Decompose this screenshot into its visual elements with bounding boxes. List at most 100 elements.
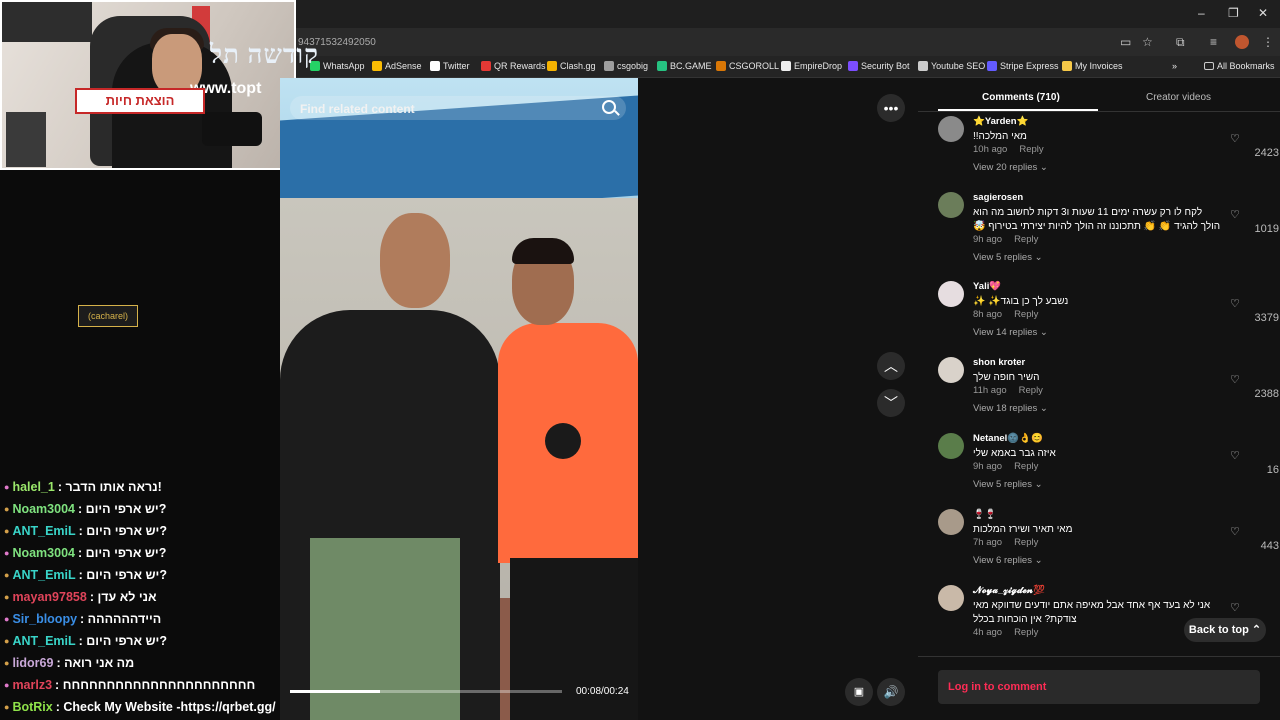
reply-button[interactable]: Reply <box>1019 144 1043 155</box>
close-icon[interactable]: ✕ <box>1258 6 1268 20</box>
view-replies-button[interactable]: View 18 replies ⌄ <box>973 403 1048 414</box>
bookmark-label: Stripe Express <box>1000 61 1059 71</box>
avatar[interactable] <box>938 357 964 383</box>
heart-icon[interactable]: ♡ <box>1230 525 1242 538</box>
chat-username: BotRix <box>12 700 53 714</box>
chat-badge-icon: ● <box>4 636 10 646</box>
reply-button[interactable]: Reply <box>1019 385 1043 396</box>
heart-icon[interactable]: ♡ <box>1230 449 1242 462</box>
view-replies-button[interactable]: View 20 replies ⌄ <box>973 162 1048 173</box>
chat-text: : Check My Website -https://qrbet.gg/ <box>55 700 276 714</box>
avatar[interactable] <box>938 116 964 142</box>
menu-icon[interactable]: ⋮ <box>1262 35 1274 49</box>
bookmark-label: BC.GAME <box>670 61 712 71</box>
chevron-down-icon[interactable]: ﹀ <box>877 389 905 417</box>
extensions-icon[interactable]: ⧉ <box>1176 35 1185 50</box>
reply-button[interactable]: Reply <box>1014 309 1038 320</box>
avatar[interactable] <box>938 281 964 307</box>
comment-meta: 9h ago Reply <box>973 461 1038 472</box>
pip-icon[interactable]: ▣ <box>845 678 873 706</box>
heart-icon[interactable]: ♡ <box>1230 132 1242 145</box>
avatar[interactable] <box>938 509 964 535</box>
all-bookmarks[interactable]: All Bookmarks <box>1204 61 1275 71</box>
chat-badge-icon: ● <box>4 482 10 492</box>
comment-username[interactable]: 𝓝𝓸𝔂𝓪_𝔃𝓲𝓰𝓭𝓮𝓷💯 <box>973 585 1045 596</box>
bookmarks-overflow-icon[interactable]: » <box>1172 61 1177 71</box>
back-to-top-button[interactable]: Back to top ⌃ <box>1184 618 1266 642</box>
chat-message: ● mayan97858: אני לא עדן <box>4 590 157 604</box>
video-player[interactable] <box>280 78 638 720</box>
heart-icon[interactable]: ♡ <box>1230 297 1242 310</box>
arrow-up-icon: ⌃ <box>1251 624 1262 636</box>
csgoroll-icon <box>716 61 726 71</box>
bookmark-label: AdSense <box>385 61 422 71</box>
comment-username[interactable]: shon kroter <box>973 357 1025 368</box>
qr-rewards-icon <box>481 61 491 71</box>
bcgame-icon <box>657 61 667 71</box>
comment-meta: 11h ago Reply <box>973 385 1043 396</box>
heart-icon[interactable]: ♡ <box>1230 373 1242 386</box>
view-replies-button[interactable]: View 14 replies ⌄ <box>973 327 1048 338</box>
avatar[interactable] <box>938 192 964 218</box>
heart-icon[interactable]: ♡ <box>1230 208 1242 221</box>
chat-message: ● marlz3: חחחחחחחחחחחחחחחחחחחחחח <box>4 678 255 692</box>
restore-icon[interactable]: ❐ <box>1228 6 1239 20</box>
bookmark-label: Clash.gg <box>560 61 596 71</box>
avatar[interactable] <box>938 585 964 611</box>
reply-button[interactable]: Reply <box>1014 234 1038 245</box>
bookmark-item[interactable]: EmpireDrop <box>781 61 842 71</box>
tab-comments[interactable]: Comments (710) <box>982 92 1060 103</box>
chevron-up-icon[interactable]: ︿ <box>877 352 905 380</box>
avatar[interactable] <box>938 433 964 459</box>
heart-icon[interactable]: ♡ <box>1230 601 1242 614</box>
chat-text: : חחחחחחחחחחחחחחחחחחחחחח <box>55 678 256 692</box>
bookmark-item[interactable]: csgobig <box>604 61 648 71</box>
profile-avatar[interactable] <box>1235 35 1249 49</box>
comment-username[interactable]: Yali💖 <box>973 281 1001 292</box>
video-progress-bar[interactable] <box>290 690 562 693</box>
bookmark-item[interactable]: Clash.gg <box>547 61 596 71</box>
media-icon[interactable]: ≡ <box>1210 35 1217 49</box>
chat-username: mayan97858 <box>12 590 87 604</box>
chat-message: ● halel_1: נראה אותו הדבר! <box>4 480 162 494</box>
search-icon[interactable] <box>602 100 616 114</box>
more-options-icon[interactable]: ••• <box>877 94 905 122</box>
bookmark-item[interactable]: Youtube SEO <box>918 61 985 71</box>
bookmark-item[interactable]: AdSense <box>372 61 422 71</box>
comment-username[interactable]: ⭐Yarden⭐ <box>973 116 1028 127</box>
reply-button[interactable]: Reply <box>1014 537 1038 548</box>
bookmark-item[interactable]: Stripe Express <box>987 61 1059 71</box>
chat-username: marlz3 <box>12 678 53 692</box>
comment-username[interactable]: 🍷🍷 <box>973 509 997 520</box>
chevron-down-icon: ⌄ <box>1037 162 1048 173</box>
chat-badge-icon: ● <box>4 702 10 712</box>
bookmark-item[interactable]: CSGOROLL <box>716 61 779 71</box>
bookmark-item[interactable]: Twitter <box>430 61 470 71</box>
view-replies-button[interactable]: View 6 replies ⌄ <box>973 555 1043 566</box>
minimize-icon[interactable]: – <box>1198 6 1205 20</box>
chat-text: : יש ארפי היום? <box>78 524 167 538</box>
volume-icon[interactable]: 🔊 <box>877 678 905 706</box>
panel-divider <box>918 656 1280 657</box>
bookmark-item[interactable]: My Invoices <box>1062 61 1123 71</box>
comment-time: 10h ago <box>973 144 1008 155</box>
chat-username: ANT_EmiL <box>12 568 76 582</box>
comment-username[interactable]: Netanel🌚👌😊 <box>973 433 1043 444</box>
reply-button[interactable]: Reply <box>1014 461 1038 472</box>
cast-icon[interactable]: ▭ <box>1120 35 1131 49</box>
like-count: 2388 <box>1254 388 1279 400</box>
like-count: 443 <box>1260 540 1279 552</box>
login-to-comment-label[interactable]: Log in to comment <box>948 681 1046 693</box>
shirt-logo: (cacharel) <box>78 305 138 327</box>
bookmark-item[interactable]: Security Bot <box>848 61 910 71</box>
view-replies-button[interactable]: View 5 replies ⌄ <box>973 479 1043 490</box>
adsense-icon <box>372 61 382 71</box>
view-replies-button[interactable]: View 5 replies ⌄ <box>973 252 1043 263</box>
bookmark-item[interactable]: BC.GAME <box>657 61 712 71</box>
like-count: 3379 <box>1254 312 1279 324</box>
bookmark-item[interactable]: QR Rewards <box>481 61 546 71</box>
star-icon[interactable]: ☆ <box>1142 35 1153 49</box>
reply-button[interactable]: Reply <box>1014 627 1038 638</box>
tab-creator-videos[interactable]: Creator videos <box>1146 92 1211 103</box>
comment-username[interactable]: sagierosen <box>973 192 1023 203</box>
